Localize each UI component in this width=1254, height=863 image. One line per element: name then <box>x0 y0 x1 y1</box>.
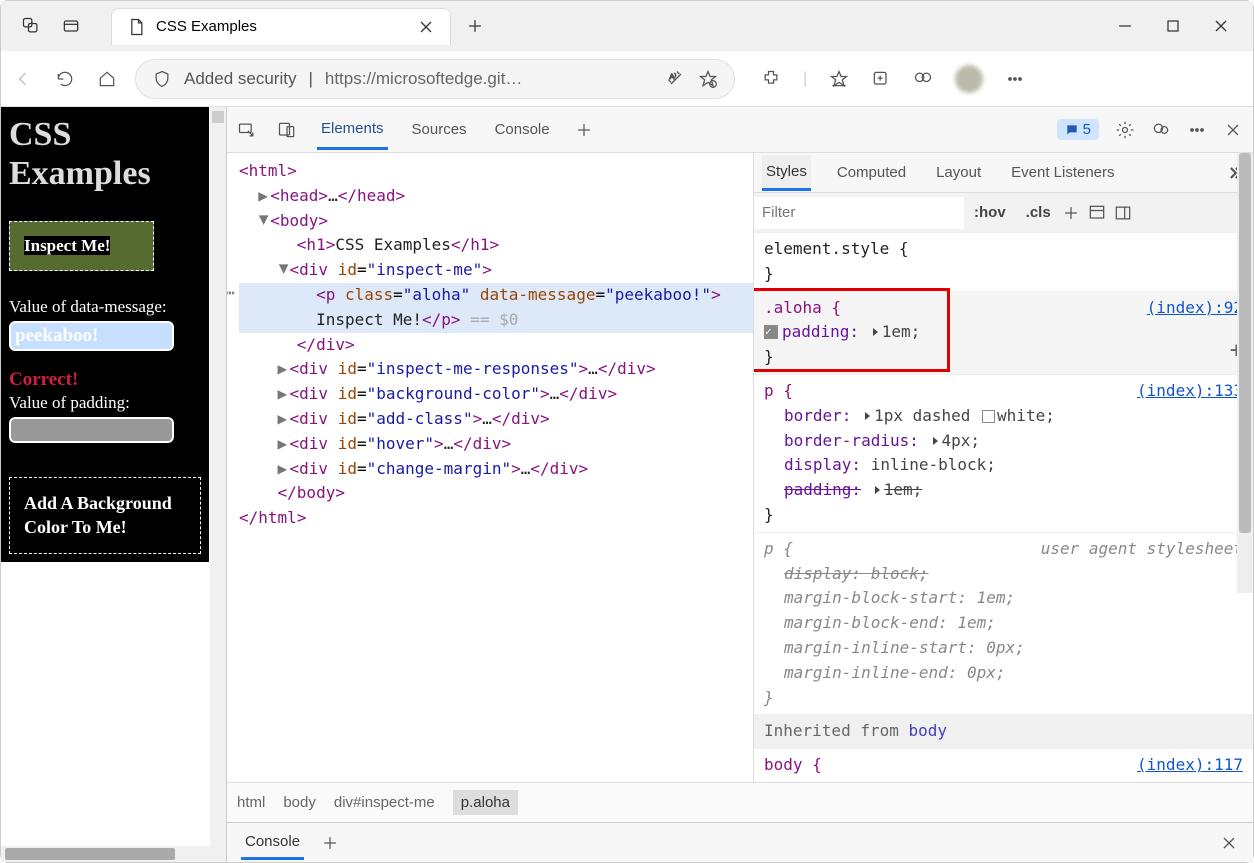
bc-p[interactable]: p.aloha <box>453 790 518 815</box>
inspect-me-text: Inspect Me! <box>24 236 110 255</box>
styles-pane: Styles Computed Layout Event Listeners :… <box>753 153 1253 782</box>
tab-actions-icon[interactable] <box>61 16 81 36</box>
hov-toggle[interactable]: :hov <box>964 204 1016 221</box>
address-bar[interactable]: Added security | https://microsoftedge.g… <box>135 59 735 99</box>
padding-input[interactable] <box>9 417 174 443</box>
home-icon[interactable] <box>97 69 117 89</box>
devtools-close-icon[interactable] <box>1223 120 1243 140</box>
selected-dom-node[interactable]: <p class="aloha" data-message="peekaboo!… <box>239 283 753 308</box>
rule-user-agent[interactable]: user agent stylesheet p { display: block… <box>754 533 1253 716</box>
new-style-rule-icon[interactable] <box>1061 203 1081 223</box>
devtools-more-icon[interactable] <box>1187 120 1207 140</box>
styles-filter-input[interactable] <box>754 197 964 229</box>
collections-icon[interactable] <box>871 69 891 89</box>
shield-icon <box>152 69 172 89</box>
device-toolbar-icon[interactable] <box>277 120 297 140</box>
source-link-p[interactable]: (index):133 <box>1137 379 1243 404</box>
browser-tab[interactable]: CSS Examples <box>111 8 451 45</box>
bc-body[interactable]: body <box>283 794 316 811</box>
label-data-message: Value of data-message: <box>9 297 201 317</box>
highlight-annotation <box>754 288 950 372</box>
tab-elements[interactable]: Elements <box>317 110 388 150</box>
tab-sources[interactable]: Sources <box>408 111 471 148</box>
toolbar: Added security | https://microsoftedge.g… <box>1 51 1253 107</box>
new-tab-icon[interactable] <box>465 16 485 36</box>
correct-text: Correct! <box>9 369 201 391</box>
prop-checkbox[interactable] <box>764 325 778 339</box>
extensions-icon[interactable] <box>761 69 781 89</box>
data-message-input[interactable]: peekaboo! <box>9 321 174 351</box>
rule-body[interactable]: (index):117 body { <box>754 749 1253 782</box>
styles-tab-computed[interactable]: Computed <box>833 156 910 189</box>
devtools-tabs: Elements Sources Console 5 <box>227 107 1253 153</box>
tab-console[interactable]: Console <box>491 111 554 148</box>
profile-avatar[interactable] <box>955 65 983 93</box>
computed-styles-icon[interactable] <box>1087 203 1107 223</box>
cls-toggle[interactable]: .cls <box>1016 204 1061 221</box>
page-heading: CSS Examples <box>9 115 201 193</box>
drawer: Console <box>227 822 1253 862</box>
drawer-add-tab-icon[interactable] <box>320 833 340 853</box>
maximize-icon[interactable] <box>1163 16 1183 36</box>
source-link-body[interactable]: (index):117 <box>1137 753 1243 778</box>
bc-html[interactable]: html <box>237 794 265 811</box>
favorites-icon[interactable] <box>829 69 849 89</box>
styles-tab-layout[interactable]: Layout <box>932 156 985 189</box>
browser-essentials-icon[interactable] <box>913 69 933 89</box>
back-icon[interactable] <box>13 69 33 89</box>
favorite-icon[interactable] <box>698 69 718 89</box>
inherited-from: Inherited from body <box>754 715 1253 749</box>
rule-p[interactable]: (index):133 p { border: 1px dashed white… <box>754 375 1253 533</box>
settings-icon[interactable] <box>1115 120 1135 140</box>
inspect-element-icon[interactable] <box>237 120 257 140</box>
tab-title-text: CSS Examples <box>156 18 257 35</box>
rule-element-style[interactable]: element.style { } <box>754 233 1253 292</box>
elements-tree[interactable]: <html> ▶<head>…</head> ▶<body> <h1>CSS E… <box>227 153 753 782</box>
source-link-aloha[interactable]: (index):92 <box>1147 296 1243 321</box>
titlebar: CSS Examples <box>1 1 1253 51</box>
security-label: Added security <box>184 69 296 89</box>
svg-text:A⁾: A⁾ <box>669 72 676 81</box>
styles-tab-styles[interactable]: Styles <box>762 155 811 191</box>
more-tabs-icon[interactable] <box>574 120 594 140</box>
issues-badge[interactable]: 5 <box>1057 119 1099 140</box>
dom-breadcrumbs[interactable]: html body div#inspect-me p.aloha <box>227 782 1253 822</box>
page-icon <box>126 17 146 37</box>
drawer-close-icon[interactable] <box>1219 833 1239 853</box>
refresh-icon[interactable] <box>55 69 75 89</box>
rule-aloha[interactable]: (index):92 .aloha { padding: 1em; } + <box>754 292 1253 375</box>
close-window-icon[interactable] <box>1211 16 1231 36</box>
close-tab-icon[interactable] <box>416 17 436 37</box>
url-text: https://microsoftedge.git… <box>325 69 522 89</box>
bg-color-box[interactable]: Add A Background Color To Me! <box>9 477 201 554</box>
styles-scrollbar[interactable] <box>1237 153 1253 593</box>
styles-tab-listeners[interactable]: Event Listeners <box>1007 156 1118 189</box>
inspect-me-box[interactable]: Inspect Me! <box>9 221 154 271</box>
more-icon[interactable] <box>1005 69 1025 89</box>
drawer-tab-console[interactable]: Console <box>241 826 304 860</box>
read-aloud-icon[interactable]: A⁾ <box>666 69 686 89</box>
toggle-sidebar-icon[interactable] <box>1113 203 1133 223</box>
minimize-icon[interactable] <box>1115 16 1135 36</box>
rendered-page: CSS Examples Inspect Me! Value of data-m… <box>1 107 209 562</box>
page-horizontal-scrollbar[interactable] <box>1 846 226 862</box>
label-padding: Value of padding: <box>9 393 201 413</box>
page-vertical-scrollbar[interactable] <box>210 107 226 862</box>
feedback-icon[interactable] <box>1151 120 1171 140</box>
workspaces-icon[interactable] <box>21 16 41 36</box>
devtools: Elements Sources Console 5 <html> ▶<head… <box>226 107 1253 862</box>
bc-div[interactable]: div#inspect-me <box>334 794 435 811</box>
